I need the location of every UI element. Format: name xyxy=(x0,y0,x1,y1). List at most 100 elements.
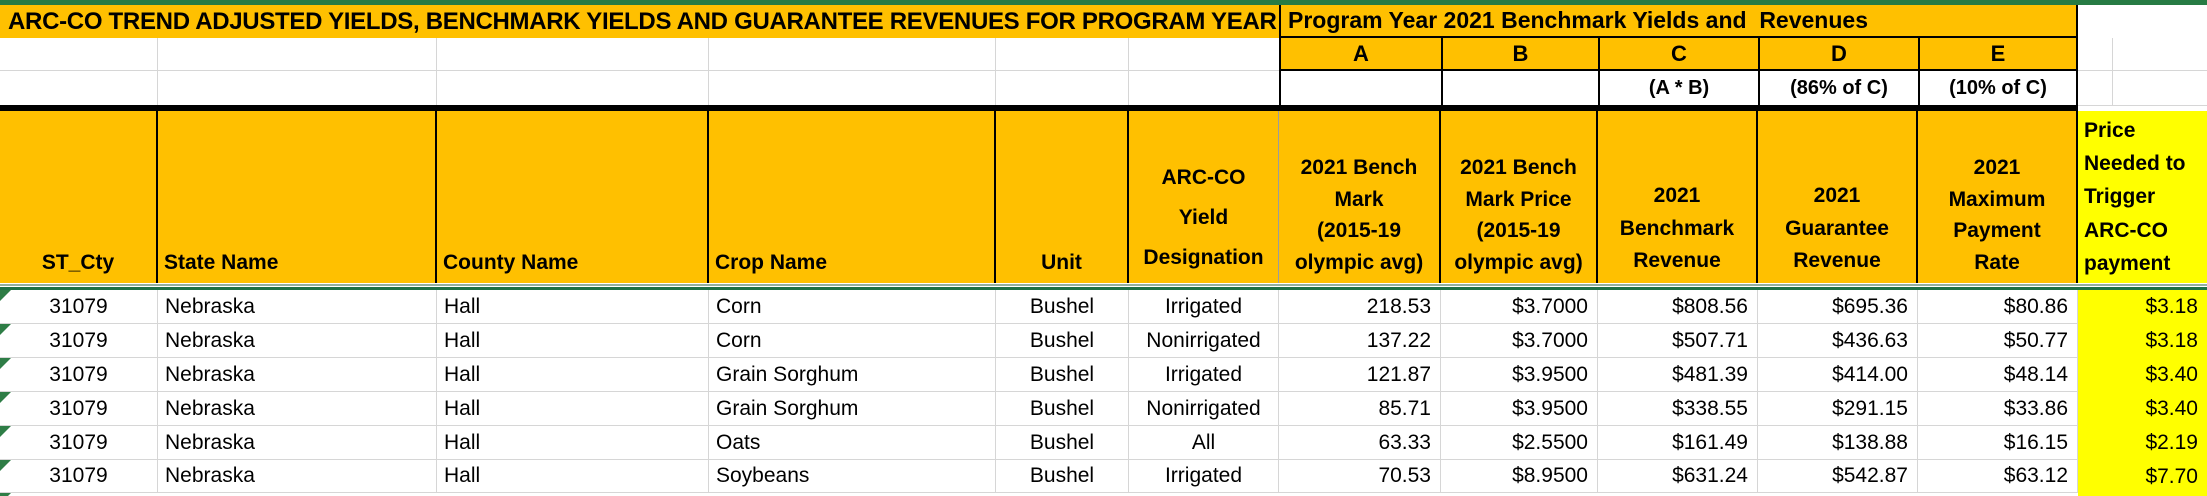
column-header-2021-guarantee-revenue[interactable]: 2021 Guarantee Revenue xyxy=(1758,111,1918,283)
cell-benchmark-price[interactable]: $2.5500 xyxy=(1441,426,1598,460)
column-header-2021-benchmark-yield[interactable]: 2021 Bench Mark (2015-19 olympic avg) xyxy=(1279,111,1441,283)
column-header-state-name[interactable]: State Name xyxy=(158,111,437,283)
cell-guarantee-revenue[interactable]: $436.63 xyxy=(1758,324,1918,358)
cell-benchmark-yield[interactable]: 70.53 xyxy=(1279,460,1441,493)
empty-cell[interactable] xyxy=(709,38,996,71)
column-header-2021-benchmark-revenue[interactable]: 2021 Benchmark Revenue xyxy=(1598,111,1758,283)
cell-state-name[interactable]: Nebraska xyxy=(158,392,437,426)
cell-unit[interactable]: Bushel xyxy=(996,324,1129,358)
main-title-cell[interactable]: ARC-CO TREND ADJUSTED YIELDS, BENCHMARK … xyxy=(0,5,1279,38)
cell-benchmark-revenue[interactable]: $631.24 xyxy=(1598,460,1758,493)
cell-benchmark-yield[interactable]: 121.87 xyxy=(1279,358,1441,392)
cell-max-payment-rate[interactable]: $80.86 xyxy=(1918,290,2078,324)
col-letter-c[interactable]: C xyxy=(1598,38,1758,71)
empty-cell[interactable] xyxy=(1129,38,1279,71)
empty-cell[interactable] xyxy=(1129,71,1279,105)
cell-max-payment-rate[interactable]: $50.77 xyxy=(1918,324,2078,358)
cell-designation[interactable]: Irrigated xyxy=(1129,460,1279,493)
col-letter-e[interactable]: E xyxy=(1918,38,2078,71)
column-header-2021-benchmark-price[interactable]: 2021 Bench Mark Price (2015-19 olympic a… xyxy=(1441,111,1598,283)
cell-unit[interactable]: Bushel xyxy=(996,290,1129,324)
col-letter-a[interactable]: A xyxy=(1279,38,1441,71)
cell-unit[interactable]: Bushel xyxy=(996,426,1129,460)
cell-benchmark-price[interactable]: $8.9500 xyxy=(1441,460,1598,493)
cell-benchmark-yield[interactable]: 218.53 xyxy=(1279,290,1441,324)
empty-cell[interactable] xyxy=(996,38,1129,71)
cell-max-payment-rate[interactable]: $16.15 xyxy=(1918,426,2078,460)
cell-state-name[interactable]: Nebraska xyxy=(158,426,437,460)
formula-empty-a[interactable] xyxy=(1279,71,1441,105)
cell-county-name[interactable]: Hall xyxy=(437,460,709,493)
cell-benchmark-price[interactable]: $3.9500 xyxy=(1441,358,1598,392)
cell-benchmark-revenue[interactable]: $481.39 xyxy=(1598,358,1758,392)
empty-cell[interactable] xyxy=(2113,38,2207,71)
empty-cell[interactable] xyxy=(2078,71,2113,105)
empty-cell[interactable] xyxy=(0,38,158,71)
cell-benchmark-revenue[interactable]: $808.56 xyxy=(1598,290,1758,324)
cell-st-cty[interactable]: 31079 xyxy=(0,460,158,493)
cell-state-name[interactable]: Nebraska xyxy=(158,290,437,324)
formula-a-times-b[interactable]: (A * B) xyxy=(1598,71,1758,105)
formula-86pct-of-c[interactable]: (86% of C) xyxy=(1758,71,1918,105)
col-letter-b[interactable]: B xyxy=(1441,38,1598,71)
cell-price-trigger[interactable]: $3.40 xyxy=(2078,358,2207,392)
cell-crop-name[interactable]: Oats xyxy=(709,426,996,460)
empty-cell[interactable] xyxy=(0,71,158,105)
cell-designation[interactable]: Nonirrigated xyxy=(1129,392,1279,426)
cell-crop-name[interactable]: Corn xyxy=(709,324,996,358)
cell-county-name[interactable]: Hall xyxy=(437,290,709,324)
cell-county-name[interactable]: Hall xyxy=(437,324,709,358)
cell-price-trigger[interactable]: $2.19 xyxy=(2078,426,2207,460)
section-title-cell[interactable]: Program Year 2021 Benchmark Yields and R… xyxy=(1279,5,2078,38)
cell-unit[interactable]: Bushel xyxy=(996,358,1129,392)
cell-st-cty[interactable]: 31079 xyxy=(0,358,158,392)
cell-state-name[interactable]: Nebraska xyxy=(158,460,437,493)
cell-crop-name[interactable]: Soybeans xyxy=(709,460,996,493)
empty-cell[interactable] xyxy=(2078,5,2207,38)
cell-price-trigger[interactable]: $3.18 xyxy=(2078,290,2207,324)
cell-st-cty[interactable]: 31079 xyxy=(0,426,158,460)
formula-empty-b[interactable] xyxy=(1441,71,1598,105)
cell-designation[interactable]: All xyxy=(1129,426,1279,460)
column-header-arcco-yield-designation[interactable]: ARC-CO Yield Designation xyxy=(1129,111,1279,283)
cell-benchmark-revenue[interactable]: $338.55 xyxy=(1598,392,1758,426)
cell-price-trigger[interactable]: $7.70 xyxy=(2078,460,2207,493)
cell-benchmark-revenue[interactable]: $507.71 xyxy=(1598,324,1758,358)
cell-crop-name[interactable]: Grain Sorghum xyxy=(709,392,996,426)
cell-price-trigger[interactable]: $3.40 xyxy=(2078,392,2207,426)
empty-cell[interactable] xyxy=(709,71,996,105)
cell-county-name[interactable]: Hall xyxy=(437,426,709,460)
cell-max-payment-rate[interactable]: $63.12 xyxy=(1918,460,2078,493)
cell-unit[interactable]: Bushel xyxy=(996,392,1129,426)
cell-benchmark-price[interactable]: $3.9500 xyxy=(1441,392,1598,426)
column-header-price-trigger[interactable]: Price Needed to Trigger ARC-CO payment xyxy=(2078,111,2207,283)
empty-cell[interactable] xyxy=(2113,71,2207,105)
empty-cell[interactable] xyxy=(158,71,437,105)
cell-designation[interactable]: Irrigated xyxy=(1129,358,1279,392)
cell-max-payment-rate[interactable]: $48.14 xyxy=(1918,358,2078,392)
cell-benchmark-price[interactable]: $3.7000 xyxy=(1441,324,1598,358)
cell-guarantee-revenue[interactable]: $138.88 xyxy=(1758,426,1918,460)
col-letter-d[interactable]: D xyxy=(1758,38,1918,71)
column-header-crop-name[interactable]: Crop Name xyxy=(709,111,996,283)
cell-max-payment-rate[interactable]: $33.86 xyxy=(1918,392,2078,426)
column-header-st-cty[interactable]: ST_Cty xyxy=(0,111,158,283)
cell-state-name[interactable]: Nebraska xyxy=(158,358,437,392)
formula-10pct-of-c[interactable]: (10% of C) xyxy=(1918,71,2078,105)
empty-cell[interactable] xyxy=(2078,38,2113,71)
cell-designation[interactable]: Nonirrigated xyxy=(1129,324,1279,358)
cell-county-name[interactable]: Hall xyxy=(437,358,709,392)
cell-county-name[interactable]: Hall xyxy=(437,392,709,426)
cell-unit[interactable]: Bushel xyxy=(996,460,1129,493)
cell-guarantee-revenue[interactable]: $695.36 xyxy=(1758,290,1918,324)
empty-cell[interactable] xyxy=(437,71,709,105)
cell-benchmark-price[interactable]: $3.7000 xyxy=(1441,290,1598,324)
cell-benchmark-yield[interactable]: 63.33 xyxy=(1279,426,1441,460)
cell-st-cty[interactable]: 31079 xyxy=(0,324,158,358)
column-header-county-name[interactable]: County Name xyxy=(437,111,709,283)
cell-price-trigger[interactable]: $3.18 xyxy=(2078,324,2207,358)
cell-guarantee-revenue[interactable]: $291.15 xyxy=(1758,392,1918,426)
empty-cell[interactable] xyxy=(437,38,709,71)
empty-cell[interactable] xyxy=(996,71,1129,105)
cell-designation[interactable]: Irrigated xyxy=(1129,290,1279,324)
